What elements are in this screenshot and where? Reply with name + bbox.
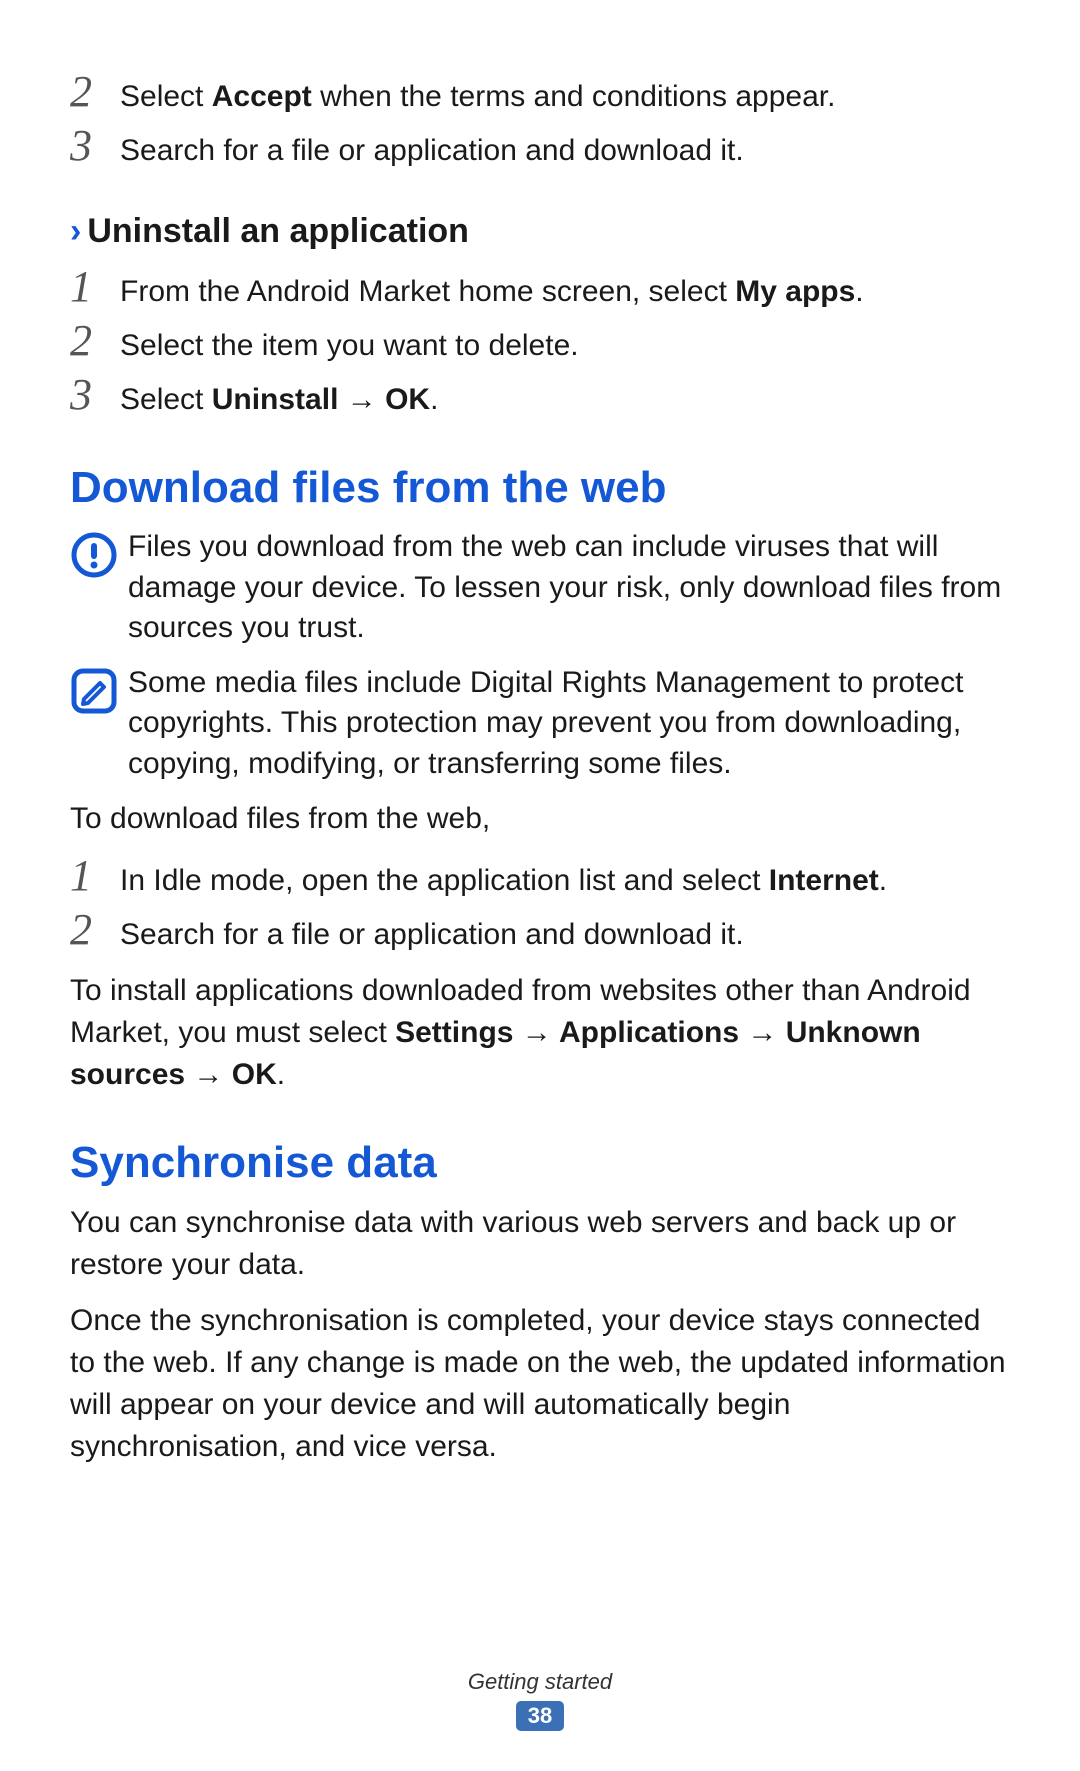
chevron-right-icon: › (70, 212, 81, 251)
step-number: 1 (70, 265, 120, 309)
note-icon (70, 663, 128, 720)
step-number: 1 (70, 854, 120, 898)
paragraph: Once the synchronisation is completed, y… (70, 1300, 1010, 1468)
step-number: 2 (70, 70, 120, 114)
paragraph: You can synchronise data with various we… (70, 1202, 1010, 1286)
step-text: From the Android Market home screen, sel… (120, 271, 1010, 313)
step-text: Search for a file or application and dow… (120, 914, 1010, 956)
page-footer: Getting started 38 (0, 1669, 1080, 1731)
top-steps-list: 2 Select Accept when the terms and condi… (70, 70, 1010, 172)
step-number: 3 (70, 124, 120, 168)
manual-page: 2 Select Accept when the terms and condi… (0, 0, 1080, 1771)
step-number: 3 (70, 373, 120, 417)
step-text: In Idle mode, open the application list … (120, 860, 1010, 902)
list-item: 2 Select the item you want to delete. (70, 319, 1010, 367)
list-item: 1 In Idle mode, open the application lis… (70, 854, 1010, 902)
list-item: 3 Select Uninstall → OK. (70, 373, 1010, 421)
footer-section: Getting started (0, 1669, 1080, 1695)
step-number: 2 (70, 908, 120, 952)
callout-text: Files you download from the web can incl… (128, 527, 1010, 649)
step-text: Select Uninstall → OK. (120, 379, 1010, 421)
list-item: 2 Search for a file or application and d… (70, 908, 1010, 956)
callout-warning: Files you download from the web can incl… (70, 527, 1010, 649)
step-number: 2 (70, 319, 120, 363)
warning-icon (70, 527, 128, 584)
paragraph: To download files from the web, (70, 798, 1010, 840)
step-text: Select Accept when the terms and conditi… (120, 76, 1010, 118)
download-steps-list: 1 In Idle mode, open the application lis… (70, 854, 1010, 956)
list-item: 1 From the Android Market home screen, s… (70, 265, 1010, 313)
list-item: 3 Search for a file or application and d… (70, 124, 1010, 172)
subheading-uninstall: › Uninstall an application (70, 212, 1010, 251)
uninstall-steps-list: 1 From the Android Market home screen, s… (70, 265, 1010, 421)
callout-note: Some media files include Digital Rights … (70, 663, 1010, 785)
step-text: Select the item you want to delete. (120, 325, 1010, 367)
step-text: Search for a file or application and dow… (120, 130, 1010, 172)
heading-synchronise: Synchronise data (70, 1138, 1010, 1188)
paragraph-install: To install applications downloaded from … (70, 970, 1010, 1096)
heading-download: Download files from the web (70, 463, 1010, 513)
page-number: 38 (516, 1701, 564, 1731)
subheading-text: Uninstall an application (87, 212, 469, 251)
callout-text: Some media files include Digital Rights … (128, 663, 1010, 785)
list-item: 2 Select Accept when the terms and condi… (70, 70, 1010, 118)
